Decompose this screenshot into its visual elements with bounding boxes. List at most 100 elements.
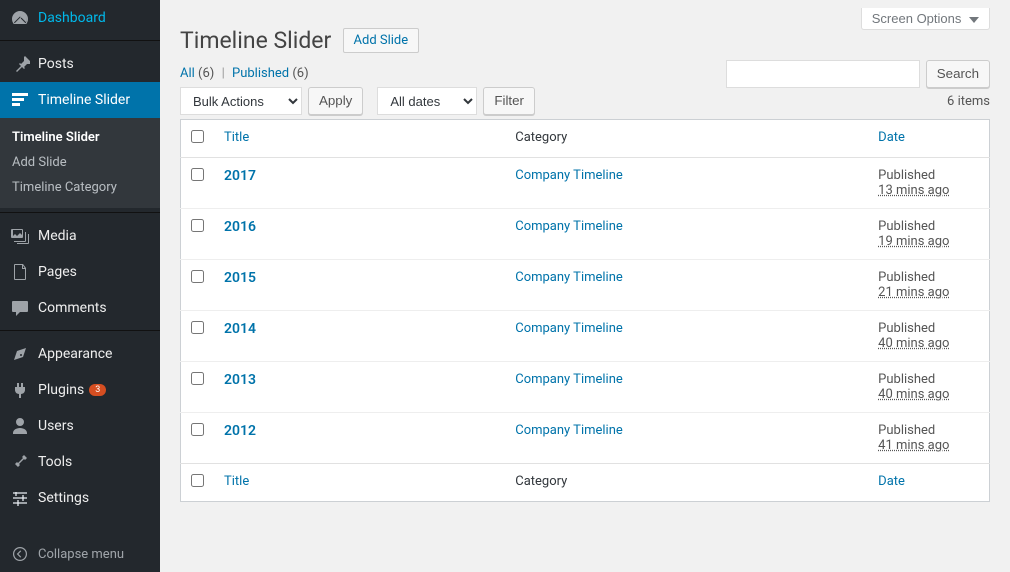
- media-icon: [10, 226, 30, 246]
- row-checkbox[interactable]: [191, 219, 204, 232]
- tool-icon: [10, 452, 30, 472]
- menu-item-plugins[interactable]: Plugins3: [0, 372, 160, 408]
- row-status: Published: [878, 168, 935, 183]
- table-row: 2015 Company Timeline Published21 mins ago: [181, 260, 990, 311]
- search-button[interactable]: Search: [926, 60, 990, 88]
- submenu-item[interactable]: Timeline Category: [0, 175, 160, 200]
- row-checkbox[interactable]: [191, 270, 204, 283]
- row-status: Published: [878, 372, 935, 387]
- row-checkbox[interactable]: [191, 321, 204, 334]
- row-title-link[interactable]: 2012: [224, 423, 256, 439]
- appearance-icon: [10, 344, 30, 364]
- menu-label: Dashboard: [38, 10, 106, 26]
- row-time: 19 mins ago: [878, 234, 949, 249]
- page-title: Timeline Slider: [180, 18, 331, 58]
- row-time: 13 mins ago: [878, 183, 949, 198]
- row-category-link[interactable]: Company Timeline: [515, 423, 623, 438]
- dashboard-icon: [10, 8, 30, 28]
- submenu-timeline-slider: Timeline SliderAdd SlideTimeline Categor…: [0, 118, 160, 208]
- row-checkbox[interactable]: [191, 168, 204, 181]
- item-count: 6 items: [947, 94, 990, 109]
- row-checkbox[interactable]: [191, 372, 204, 385]
- menu-label: Users: [38, 418, 74, 434]
- table-row: 2016 Company Timeline Published19 mins ago: [181, 209, 990, 260]
- menu-item-tools[interactable]: Tools: [0, 444, 160, 480]
- menu-label: Posts: [38, 56, 74, 72]
- menu-separator: [0, 326, 160, 331]
- menu-item-pages[interactable]: Pages: [0, 254, 160, 290]
- row-status: Published: [878, 270, 935, 285]
- menu-label: Pages: [38, 264, 77, 280]
- table-row: 2012 Company Timeline Published41 mins ago: [181, 413, 990, 464]
- date-filter-select[interactable]: All dates: [377, 87, 477, 115]
- row-category-link[interactable]: Company Timeline: [515, 321, 623, 336]
- settings-icon: [10, 488, 30, 508]
- menu-label: Tools: [38, 454, 72, 470]
- menu-separator: [0, 36, 160, 41]
- menu-label: Settings: [38, 490, 89, 506]
- row-category-link[interactable]: Company Timeline: [515, 270, 623, 285]
- column-header-category: Category: [515, 474, 567, 489]
- user-icon: [10, 416, 30, 436]
- chevron-down-icon: [969, 17, 979, 23]
- table-row: 2014 Company Timeline Published40 mins ago: [181, 311, 990, 362]
- row-status: Published: [878, 423, 935, 438]
- collapse-icon: [10, 544, 30, 564]
- row-title-link[interactable]: 2017: [224, 168, 256, 184]
- menu-label: Comments: [38, 300, 107, 316]
- menu-item-comments[interactable]: Comments: [0, 290, 160, 326]
- posts-list-table: Title Category Date 2017 Company Timeline…: [180, 119, 990, 502]
- admin-sidebar: DashboardPostsTimeline SliderTimeline Sl…: [0, 0, 160, 572]
- add-slide-button[interactable]: Add Slide: [343, 28, 420, 53]
- row-status: Published: [878, 321, 935, 336]
- column-header-date[interactable]: Date: [878, 130, 905, 145]
- row-time: 21 mins ago: [878, 285, 949, 300]
- menu-label: Timeline Slider: [38, 92, 130, 108]
- row-title-link[interactable]: 2014: [224, 321, 256, 337]
- submenu-item[interactable]: Add Slide: [0, 150, 160, 175]
- menu-separator: [0, 208, 160, 213]
- filter-button[interactable]: Filter: [483, 87, 535, 115]
- screen-options-toggle[interactable]: Screen Options: [861, 8, 990, 30]
- menu-item-users[interactable]: Users: [0, 408, 160, 444]
- menu-label: Media: [38, 228, 77, 244]
- filter-published-link[interactable]: Published: [232, 66, 289, 81]
- select-all-checkbox[interactable]: [191, 130, 204, 143]
- menu-label: Plugins: [38, 382, 84, 398]
- row-title-link[interactable]: 2016: [224, 219, 256, 235]
- row-title-link[interactable]: 2015: [224, 270, 256, 286]
- column-header-category: Category: [515, 130, 567, 145]
- menu-item-posts[interactable]: Posts: [0, 46, 160, 82]
- apply-button[interactable]: Apply: [308, 87, 363, 115]
- comment-icon: [10, 298, 30, 318]
- timeline-icon: [10, 90, 30, 110]
- row-category-link[interactable]: Company Timeline: [515, 168, 623, 183]
- column-header-title[interactable]: Title: [224, 130, 249, 145]
- admin-content: Screen Options Timeline Slider Add Slide…: [160, 0, 1010, 572]
- select-all-checkbox-footer[interactable]: [191, 474, 204, 487]
- menu-label: Appearance: [38, 346, 112, 362]
- row-checkbox[interactable]: [191, 423, 204, 436]
- row-time: 40 mins ago: [878, 336, 949, 351]
- row-time: 41 mins ago: [878, 438, 949, 453]
- menu-item-timeline-slider[interactable]: Timeline Slider: [0, 82, 160, 118]
- menu-item-appearance[interactable]: Appearance: [0, 336, 160, 372]
- plugin-icon: [10, 380, 30, 400]
- collapse-menu-button[interactable]: Collapse menu: [0, 536, 160, 572]
- menu-item-settings[interactable]: Settings: [0, 480, 160, 516]
- table-row: 2017 Company Timeline Published13 mins ago: [181, 158, 990, 209]
- bulk-actions-select[interactable]: Bulk Actions: [180, 87, 302, 115]
- row-category-link[interactable]: Company Timeline: [515, 219, 623, 234]
- menu-item-media[interactable]: Media: [0, 218, 160, 254]
- page-icon: [10, 262, 30, 282]
- table-row: 2013Company TimelinePublished40 mins ago: [181, 362, 990, 413]
- row-status: Published: [878, 219, 935, 234]
- search-input[interactable]: [726, 60, 920, 88]
- column-header-title[interactable]: Title: [224, 474, 249, 489]
- menu-item-dashboard[interactable]: Dashboard: [0, 0, 160, 36]
- column-header-date[interactable]: Date: [878, 474, 905, 489]
- row-title-link[interactable]: 2013: [224, 372, 256, 388]
- row-category-link[interactable]: Company Timeline: [515, 372, 623, 387]
- filter-all-link[interactable]: All: [180, 66, 195, 81]
- submenu-item[interactable]: Timeline Slider: [0, 125, 160, 150]
